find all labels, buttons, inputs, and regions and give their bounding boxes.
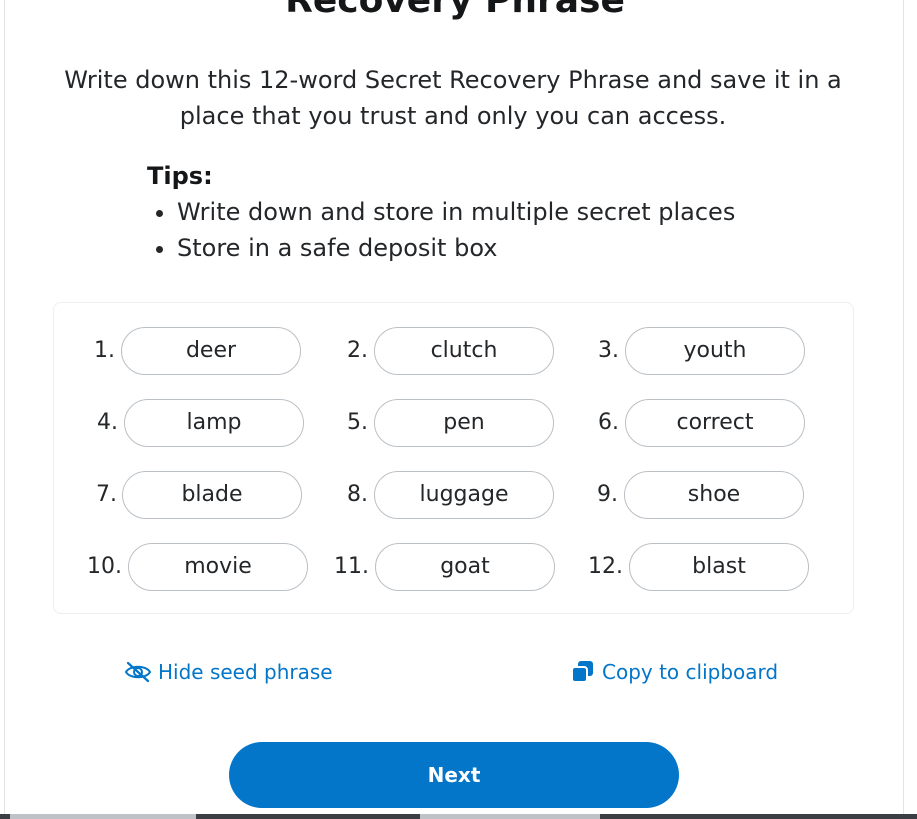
bottom-scrollbar (0, 814, 917, 819)
scrollbar-segment (420, 814, 600, 819)
seed-word-number: 4. (97, 410, 118, 435)
seed-word-number: 6. (598, 410, 619, 435)
frame-right-border (903, 0, 904, 819)
seed-word: youth (625, 327, 805, 375)
seed-word-number: 1. (94, 338, 115, 363)
hide-seed-phrase-button[interactable]: Hide seed phrase (124, 656, 333, 688)
intro-text: Write down this 12-word Secret Recovery … (64, 66, 842, 130)
scrollbar-segment (10, 814, 196, 819)
tips-section: Tips: Write down and store in multiple s… (147, 158, 797, 266)
seed-phrase-grid: 1. deer 2. clutch 3. youth 4. lamp 5. pe… (53, 302, 854, 614)
seed-word-number: 8. (347, 482, 368, 507)
seed-word-number: 10. (87, 554, 122, 579)
next-button[interactable]: Next (229, 742, 679, 808)
seed-word-number: 3. (598, 338, 619, 363)
tips-list: Write down and store in multiple secret … (147, 194, 797, 266)
seed-word: luggage (374, 471, 554, 519)
seed-word: correct (625, 399, 805, 447)
seed-word: deer (121, 327, 301, 375)
tip-item: Write down and store in multiple secret … (177, 194, 797, 230)
tips-heading: Tips: (147, 162, 213, 190)
page-title: Recovery Phrase (285, 0, 625, 21)
seed-word-number: 5. (347, 410, 368, 435)
frame-left-border (4, 0, 5, 819)
recovery-phrase-page: Recovery Phrase Write down this 12-word … (0, 0, 917, 819)
seed-word: lamp (124, 399, 304, 447)
seed-word-number: 9. (597, 482, 618, 507)
copy-icon (571, 661, 593, 683)
hide-seed-phrase-label: Hide seed phrase (158, 660, 333, 684)
eye-slash-icon (124, 661, 152, 683)
seed-word-number: 12. (588, 554, 623, 579)
seed-word: blast (629, 543, 809, 591)
copy-to-clipboard-label: Copy to clipboard (602, 660, 779, 684)
seed-word: movie (128, 543, 308, 591)
seed-word-number: 7. (96, 482, 117, 507)
seed-word: pen (374, 399, 554, 447)
seed-word-number: 2. (347, 338, 368, 363)
copy-to-clipboard-button[interactable]: Copy to clipboard (570, 656, 778, 688)
tip-item: Store in a safe deposit box (177, 230, 797, 266)
seed-word: goat (375, 543, 555, 591)
seed-word: shoe (624, 471, 804, 519)
seed-word: blade (122, 471, 302, 519)
seed-word-number: 11. (334, 554, 369, 579)
seed-word: clutch (374, 327, 554, 375)
